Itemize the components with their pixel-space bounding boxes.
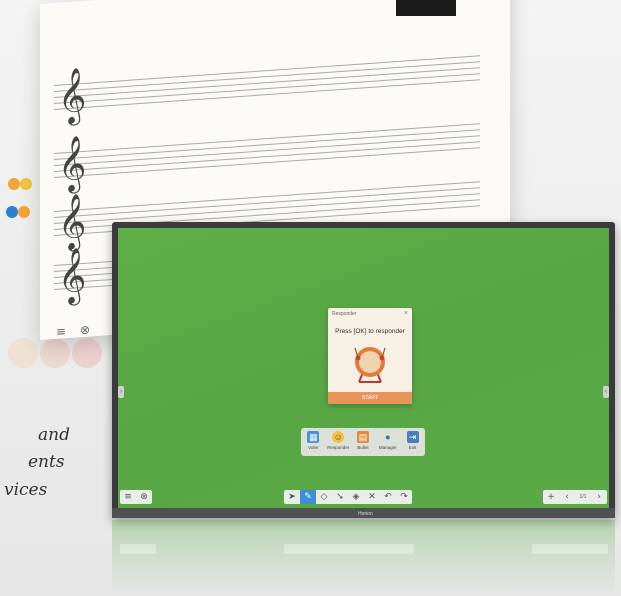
treble-clef-icon: 𝄞 — [58, 192, 87, 251]
menu-icon[interactable]: ≡ — [54, 324, 68, 339]
left-panel-handle[interactable]: › — [118, 386, 124, 398]
staff: 𝄞 — [54, 55, 480, 125]
app-responder[interactable]: ☺ Responder — [327, 431, 349, 456]
redo-icon[interactable]: ↷ — [396, 490, 412, 504]
settings-icon[interactable]: ⊗ — [136, 490, 152, 504]
screen-reflection — [112, 520, 615, 596]
app-label: Responder — [327, 445, 350, 450]
reflection-bar — [284, 544, 414, 554]
app-bullet[interactable]: ▤ Bullet — [352, 431, 374, 456]
ghost-circle — [8, 338, 38, 368]
shapes-icon[interactable]: ◈ — [348, 490, 364, 504]
bullet-icon: ▤ — [356, 431, 369, 443]
left-toolbar: ≡ ⊗ — [120, 490, 152, 504]
next-page-icon[interactable]: › — [591, 490, 607, 504]
monitor-bezel: Horion — [112, 508, 615, 518]
app-label: Exit — [408, 445, 417, 450]
treble-clef-icon: 𝄞 — [58, 66, 87, 125]
voter-icon: ▦ — [307, 431, 320, 443]
eraser-icon[interactable]: ◇ — [316, 490, 332, 504]
whiteboard-screen[interactable]: › ‹ Responder × Press [OK] to responder … — [118, 228, 609, 508]
dialog-prompt: Press [OK] to responder — [335, 328, 405, 335]
blue-dot — [6, 206, 18, 218]
page-toolbar: + ‹ 1/1 › — [543, 490, 607, 504]
staff: 𝄞 — [54, 123, 480, 193]
treble-clef-icon: 𝄞 — [58, 246, 87, 305]
app-exit[interactable]: ⇥ Exit — [402, 431, 424, 456]
add-page-icon[interactable]: + — [543, 490, 559, 504]
app-manager[interactable]: ● Manager — [377, 431, 399, 456]
clear-icon[interactable]: ✕ — [364, 490, 380, 504]
prev-page-icon[interactable]: ‹ — [559, 490, 575, 504]
app-label: Voter — [308, 445, 319, 450]
brand-logo: Horion — [358, 511, 373, 517]
app-launcher: ▦ Voter ☺ Responder ▤ Bullet ● Manager ⇥… — [301, 428, 425, 456]
close-icon[interactable]: × — [404, 310, 408, 317]
reflection-bar — [120, 544, 156, 554]
pointer-icon[interactable]: ➘ — [332, 490, 348, 504]
reflection-bar — [532, 544, 608, 554]
interactive-display: › ‹ Responder × Press [OK] to responder … — [112, 222, 615, 518]
start-button[interactable]: START — [328, 392, 412, 404]
select-icon[interactable]: ➤ — [284, 490, 300, 504]
treble-clef-icon: 𝄞 — [58, 134, 87, 193]
responder-icon: ☺ — [332, 431, 345, 443]
caption-line: vices — [4, 480, 48, 500]
right-panel-handle[interactable]: ‹ — [603, 386, 609, 398]
menu-icon[interactable]: ≡ — [120, 490, 136, 504]
paper-toolbar: ≡ ⊗ — [54, 322, 92, 339]
app-voter[interactable]: ▦ Voter — [302, 431, 324, 456]
ghost-circle — [40, 338, 70, 368]
page-counter: 1/1 — [579, 494, 587, 500]
settings-icon[interactable]: ⊗ — [78, 322, 92, 338]
app-label: Bullet — [357, 445, 369, 450]
caption-line: and — [38, 425, 70, 445]
yellow-dot — [20, 178, 32, 190]
caption-line: ents — [28, 452, 65, 472]
manager-icon: ● — [385, 432, 391, 442]
undo-icon[interactable]: ↶ — [380, 490, 396, 504]
pen-icon[interactable]: ✎ — [300, 490, 316, 504]
ghost-circle — [72, 338, 102, 368]
device-frame — [396, 0, 456, 16]
dialog-title: Responder — [332, 311, 357, 317]
responder-dialog: Responder × Press [OK] to responder STAR… — [328, 308, 412, 404]
drum-icon — [354, 347, 386, 383]
drawing-toolbar: ➤ ✎ ◇ ➘ ◈ ✕ ↶ ↷ — [284, 490, 412, 504]
orange-dot-2 — [18, 206, 30, 218]
exit-icon: ⇥ — [406, 431, 419, 443]
app-label: Manager — [378, 445, 397, 450]
orange-dot — [8, 178, 20, 190]
